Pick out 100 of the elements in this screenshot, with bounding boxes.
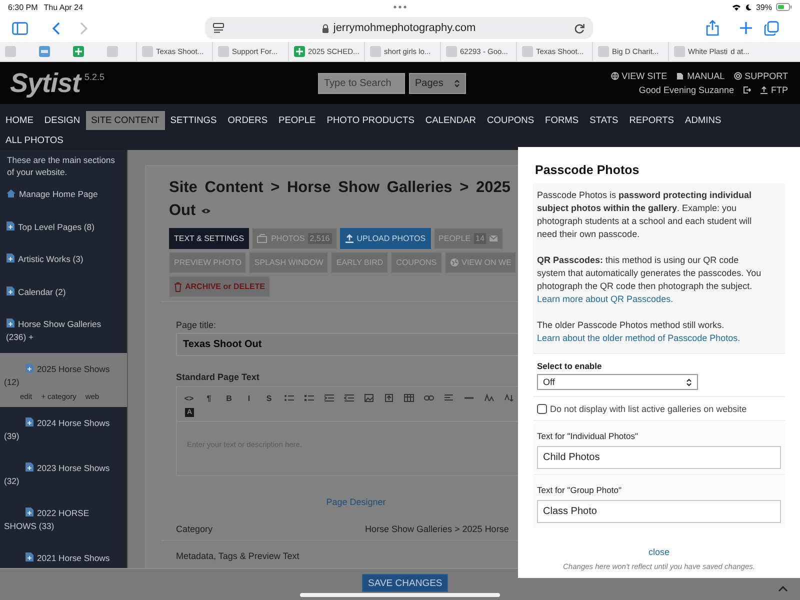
- close-link[interactable]: close: [648, 547, 670, 557]
- nav-item[interactable]: FORMS: [540, 111, 584, 130]
- nav-item[interactable]: COUPONS: [482, 111, 540, 130]
- sidebar-item[interactable]: 2022 HORSE SHOWS (33): [0, 497, 127, 542]
- nav-item[interactable]: PEOPLE: [273, 111, 322, 130]
- sidebar-item[interactable]: 2023 Horse Shows (32): [0, 452, 127, 497]
- file-icon[interactable]: [384, 394, 394, 402]
- nav-item[interactable]: SITE CONTENT: [86, 111, 165, 130]
- list-icon[interactable]: [284, 394, 294, 402]
- count-badge: 2,516: [308, 233, 332, 244]
- battery-icon: [776, 3, 792, 11]
- version-label: 5.2.5: [84, 72, 105, 82]
- chevron-updown-icon: [454, 78, 460, 88]
- sidebar-item[interactable]: Top Level Pages (8): [0, 210, 127, 243]
- favicon: [218, 46, 229, 57]
- help-link[interactable]: Learn about the older method of Passcode Photos.: [537, 333, 740, 343]
- sidebar-icon[interactable]: [12, 22, 28, 34]
- field-label: Text for "Individual Photos": [537, 431, 640, 441]
- image-icon[interactable]: [364, 394, 374, 402]
- text-field[interactable]: Class Photo: [537, 500, 781, 523]
- more-icon: [393, 5, 407, 9]
- field-label: Page title:: [176, 320, 218, 330]
- globe-icon: [610, 72, 619, 80]
- nav-item[interactable]: SETTINGS: [164, 111, 222, 130]
- eye-icon[interactable]: [200, 208, 211, 214]
- sidebar-item[interactable]: 2025 Horse Shows (12): [0, 353, 127, 390]
- nav-item[interactable]: DESIGN: [38, 111, 86, 130]
- info-paragraph: QR Passcodes: this method is using our QR code system that automatically generates the passcodes. You photograph the QR code then photograph the subject. Learn more about QR Passcodes.: [537, 254, 762, 306]
- link-icon[interactable]: [424, 394, 434, 402]
- favicon: [5, 46, 16, 57]
- page-tab[interactable]: UPLOAD PHOTOS: [340, 228, 431, 249]
- save-button[interactable]: SAVE CHANGES: [362, 574, 448, 592]
- page-icon: [25, 462, 34, 472]
- outdent-icon[interactable]: [344, 394, 354, 402]
- back-icon[interactable]: [52, 22, 60, 34]
- page-title-field[interactable]: Texas Shoot Out: [176, 333, 518, 356]
- field-label: Standard Page Text: [176, 372, 260, 382]
- reload-icon[interactable]: [574, 22, 585, 34]
- nav-item[interactable]: PHOTO PRODUCTS: [321, 111, 420, 130]
- chevron-updown-icon: [686, 378, 692, 386]
- sidebar-item[interactable]: 2021 Horse Shows: [0, 542, 127, 568]
- nav-item[interactable]: CALENDAR: [420, 111, 482, 130]
- align-icon[interactable]: [444, 394, 454, 402]
- text-field[interactable]: Child Photos: [537, 446, 781, 469]
- header-link[interactable]: VIEW SITE: [610, 71, 668, 81]
- indent-icon[interactable]: [324, 394, 334, 402]
- scope-select[interactable]: Pages: [409, 72, 466, 94]
- toolbar-glyph[interactable]: S: [259, 394, 279, 402]
- tabs-icon[interactable]: [764, 20, 779, 36]
- sidebar-item[interactable]: Artistic Works (3): [0, 243, 127, 276]
- plus-icon[interactable]: [739, 21, 753, 35]
- status-date: Thu Apr 24: [44, 2, 83, 12]
- nav-item[interactable]: ORDERS: [222, 111, 274, 130]
- page-tab[interactable]: TEXT & SETTINGS: [169, 228, 250, 249]
- checkbox[interactable]: [537, 404, 547, 414]
- header-link[interactable]: SUPPORT: [734, 71, 788, 81]
- caret-up-icon[interactable]: [778, 586, 788, 592]
- favicon: [674, 46, 685, 57]
- toolbar-glyph[interactable]: I: [239, 394, 259, 402]
- book-icon: [676, 72, 684, 80]
- enable-select[interactable]: Off: [537, 374, 698, 390]
- favicon: [370, 46, 381, 57]
- page-icon: [25, 507, 34, 517]
- category-label: Category: [176, 524, 214, 534]
- favicon: [107, 46, 118, 57]
- search-field[interactable]: Type to Search: [318, 72, 405, 94]
- category-value: Horse Show Galleries > 2025 Horse: [365, 524, 509, 534]
- logout-icon[interactable]: [743, 86, 751, 94]
- header-link[interactable]: MANUAL: [676, 71, 725, 81]
- table-icon[interactable]: [404, 394, 414, 402]
- nav-item[interactable]: REPORTS: [624, 111, 680, 130]
- numbered-list-icon[interactable]: [304, 394, 314, 402]
- sidebar-item[interactable]: 2024 Horse Shows (39): [0, 407, 127, 452]
- toolbar-glyph[interactable]: ¶: [199, 394, 219, 402]
- nav-item[interactable]: HOME: [0, 111, 39, 130]
- toolbar-glyph[interactable]: <>: [179, 394, 199, 402]
- help-link[interactable]: Learn more about QR Passcodes.: [537, 294, 674, 304]
- lock-icon: [322, 24, 330, 32]
- reader-icon: [213, 23, 224, 33]
- ftp-link[interactable]: FTP: [760, 85, 788, 95]
- favicon: [446, 46, 457, 57]
- page-icon: [25, 417, 34, 427]
- dialog-title: Passcode Photos: [535, 163, 640, 177]
- nav-item[interactable]: ADMINS: [680, 111, 727, 130]
- globe-icon: [450, 258, 459, 267]
- sidebar-item[interactable]: Calendar (2): [0, 276, 127, 308]
- address-bar[interactable]: jerrymohmephotography.com: [205, 17, 593, 39]
- info-paragraph: Passcode Photos is password protecting individual subject photos within the gallery. Example: you photograph students at a school and each student will need their own passcode.: [537, 189, 753, 241]
- section-heading: Metadata, Tags & Preview Text: [175, 551, 300, 561]
- nav-item[interactable]: ALL PHOTOS: [0, 131, 69, 150]
- sort-icon[interactable]: [504, 394, 514, 402]
- share-icon[interactable]: [706, 20, 719, 36]
- toolbar-glyph[interactable]: B: [219, 394, 239, 402]
- sidebar-intro: These are the main sections of your website.: [6, 154, 116, 178]
- spreadsheet-icon: [73, 46, 84, 57]
- app-logo: Sytist: [10, 68, 81, 98]
- sidebar-item[interactable]: Horse Show Galleries (236) +: [0, 308, 127, 353]
- nav-item[interactable]: STATS: [584, 111, 624, 130]
- sidebar-item[interactable]: Manage Home Page: [0, 178, 127, 210]
- upload-icon: [760, 86, 768, 94]
